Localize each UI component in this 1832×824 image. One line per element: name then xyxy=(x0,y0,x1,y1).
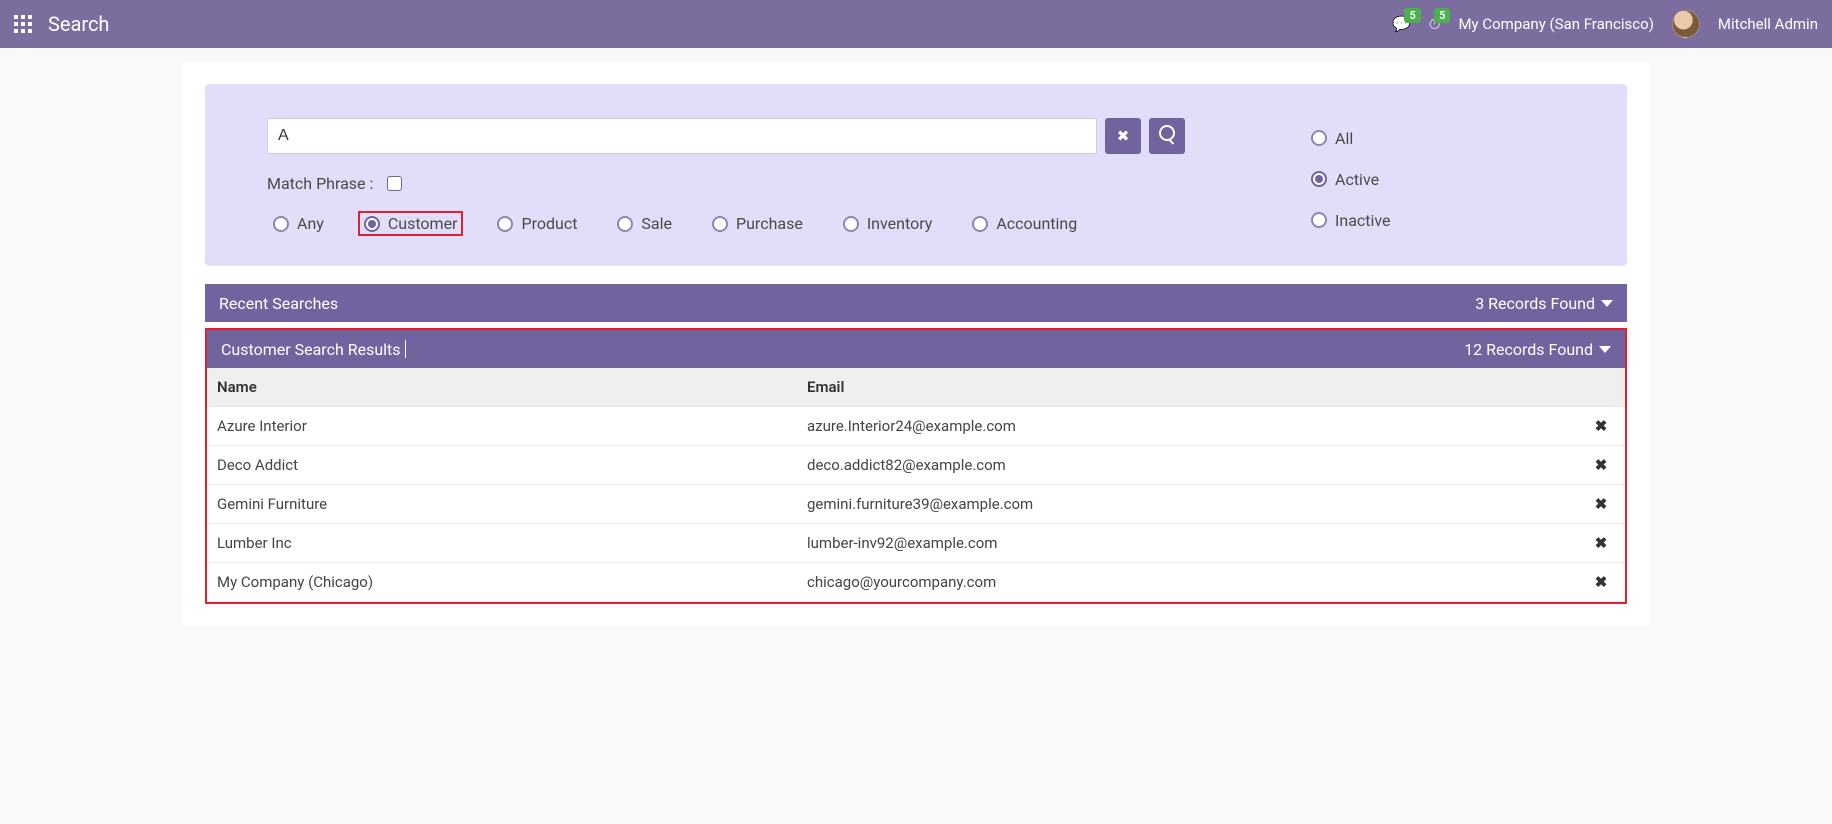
search-input[interactable] xyxy=(267,118,1097,154)
status-radio-group: All Active Inactive xyxy=(1305,118,1565,236)
cell-actions: ✖ xyxy=(1577,446,1625,485)
cell-actions: ✖ xyxy=(1577,563,1625,602)
avatar[interactable] xyxy=(1672,10,1700,38)
delete-row-button[interactable]: ✖ xyxy=(1595,534,1608,552)
cell-actions: ✖ xyxy=(1577,407,1625,446)
results-count: 12 Records Found xyxy=(1464,340,1593,359)
radio-icon xyxy=(497,216,513,232)
radio-label: Inactive xyxy=(1335,211,1391,230)
radio-icon xyxy=(712,216,728,232)
radio-icon xyxy=(1311,171,1327,187)
col-name: Name xyxy=(207,368,797,407)
col-email: Email xyxy=(797,368,1577,407)
delete-row-button[interactable]: ✖ xyxy=(1595,417,1608,435)
category-radio-inventory[interactable]: Inventory xyxy=(837,211,939,236)
results-bar[interactable]: Customer Search Results 12 Records Found xyxy=(207,330,1625,368)
radio-label: Purchase xyxy=(736,214,803,233)
cell-email: deco.addict82@example.com xyxy=(797,446,1577,485)
radio-label: Product xyxy=(521,214,577,233)
cell-email: lumber-inv92@example.com xyxy=(797,524,1577,563)
table-row[interactable]: Deco Addictdeco.addict82@example.com ✖ xyxy=(207,446,1625,485)
status-radio-inactive[interactable]: Inactive xyxy=(1305,208,1565,233)
cell-name: Gemini Furniture xyxy=(207,485,797,524)
table-row[interactable]: Gemini Furnituregemini.furniture39@examp… xyxy=(207,485,1625,524)
radio-label: All xyxy=(1335,129,1353,148)
cell-name: My Company (Chicago) xyxy=(207,563,797,602)
delete-row-button[interactable]: ✖ xyxy=(1595,456,1608,474)
activities-badge: 5 xyxy=(1434,8,1450,23)
search-button[interactable] xyxy=(1149,118,1185,154)
table-row[interactable]: Azure Interiorazure.Interior24@example.c… xyxy=(207,407,1625,446)
radio-label: Sale xyxy=(641,214,672,233)
recent-count: 3 Records Found xyxy=(1475,294,1595,313)
category-radio-sale[interactable]: Sale xyxy=(611,211,678,236)
radio-icon xyxy=(1311,212,1327,228)
match-phrase-checkbox[interactable] xyxy=(387,176,402,191)
cell-name: Deco Addict xyxy=(207,446,797,485)
cell-actions: ✖ xyxy=(1577,524,1625,563)
table-row[interactable]: Lumber Inclumber-inv92@example.com ✖ xyxy=(207,524,1625,563)
delete-row-button[interactable]: ✖ xyxy=(1595,573,1608,591)
radio-label: Any xyxy=(297,214,324,233)
category-radio-customer[interactable]: Customer xyxy=(358,211,464,236)
user-menu[interactable]: Mitchell Admin xyxy=(1718,15,1818,33)
close-icon xyxy=(1117,127,1130,145)
cell-actions: ✖ xyxy=(1577,485,1625,524)
activities-button[interactable]: 5 xyxy=(1429,15,1441,33)
delete-row-button[interactable]: ✖ xyxy=(1595,495,1608,513)
match-phrase-label: Match Phrase : xyxy=(267,174,373,193)
page: Match Phrase : Any Customer Product Sale Pur… xyxy=(183,62,1649,626)
radio-icon xyxy=(843,216,859,232)
radio-icon xyxy=(364,216,380,232)
radio-label: Customer xyxy=(388,214,458,233)
category-radio-product[interactable]: Product xyxy=(491,211,583,236)
clear-button[interactable] xyxy=(1105,118,1141,154)
messages-badge: 5 xyxy=(1404,8,1420,23)
search-icon xyxy=(1159,125,1175,148)
recent-searches-bar[interactable]: Recent Searches 3 Records Found xyxy=(205,284,1627,322)
text-cursor xyxy=(405,340,406,358)
col-actions xyxy=(1577,368,1625,407)
category-radio-accounting[interactable]: Accounting xyxy=(966,211,1083,236)
results-wrap: Customer Search Results 12 Records Found… xyxy=(205,328,1627,604)
radio-label: Accounting xyxy=(996,214,1077,233)
recent-title: Recent Searches xyxy=(219,294,338,313)
results-table: Name Email Azure Interiorazure.Interior2… xyxy=(207,368,1625,602)
category-radio-any[interactable]: Any xyxy=(267,211,330,236)
results-title: Customer Search Results xyxy=(221,340,401,359)
messages-button[interactable]: 5 xyxy=(1392,15,1411,33)
status-radio-active[interactable]: Active xyxy=(1305,167,1565,192)
chevron-down-icon xyxy=(1601,300,1613,307)
chevron-down-icon xyxy=(1599,346,1611,353)
radio-label: Active xyxy=(1335,170,1379,189)
apps-icon[interactable] xyxy=(14,15,32,33)
category-radio-group: Any Customer Product Sale Purchase Inventory A… xyxy=(267,211,1185,236)
topbar: Search 5 5 My Company (San Francisco) Mi… xyxy=(0,0,1832,48)
app-title[interactable]: Search xyxy=(48,12,109,36)
cell-name: Azure Interior xyxy=(207,407,797,446)
radio-icon xyxy=(273,216,289,232)
cell-email: chicago@yourcompany.com xyxy=(797,563,1577,602)
cell-email: azure.Interior24@example.com xyxy=(797,407,1577,446)
radio-icon xyxy=(1311,130,1327,146)
radio-icon xyxy=(972,216,988,232)
radio-label: Inventory xyxy=(867,214,933,233)
cell-name: Lumber Inc xyxy=(207,524,797,563)
status-radio-all[interactable]: All xyxy=(1305,126,1565,151)
radio-icon xyxy=(617,216,633,232)
cell-email: gemini.furniture39@example.com xyxy=(797,485,1577,524)
table-row[interactable]: My Company (Chicago)chicago@yourcompany.… xyxy=(207,563,1625,602)
search-panel: Match Phrase : Any Customer Product Sale Pur… xyxy=(205,84,1627,266)
company-selector[interactable]: My Company (San Francisco) xyxy=(1458,15,1653,33)
category-radio-purchase[interactable]: Purchase xyxy=(706,211,809,236)
